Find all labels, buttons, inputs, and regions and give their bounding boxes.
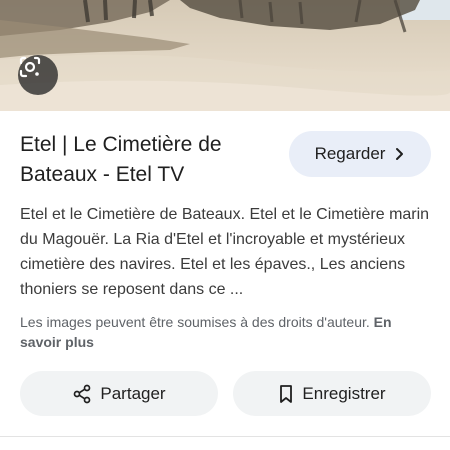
result-description: Etel et le Cimetière de Bateaux. Etel et… [20,206,430,298]
copyright-text: Les images peuvent être soumises à des d… [20,314,370,330]
shipwreck-photo [0,0,450,111]
share-button[interactable]: Partager [20,371,218,416]
copyright-notice: Les images peuvent être soumises à des d… [20,312,430,352]
chevron-right-icon [396,148,404,160]
share-icon [74,384,91,403]
watch-button-label: Regarder [314,144,386,163]
watch-button[interactable]: Regarder [289,131,431,177]
result-title[interactable]: Etel | Le Cimetière de Bateaux - Etel TV [20,130,275,190]
share-button-label: Partager [100,383,166,403]
result-image[interactable] [0,0,450,111]
google-lens-button[interactable] [18,55,58,95]
google-lens-icon [19,56,41,78]
bookmark-icon [280,384,293,403]
save-button-label: Enregistrer [302,383,386,403]
save-button[interactable]: Enregistrer [233,371,431,416]
divider [0,436,450,437]
